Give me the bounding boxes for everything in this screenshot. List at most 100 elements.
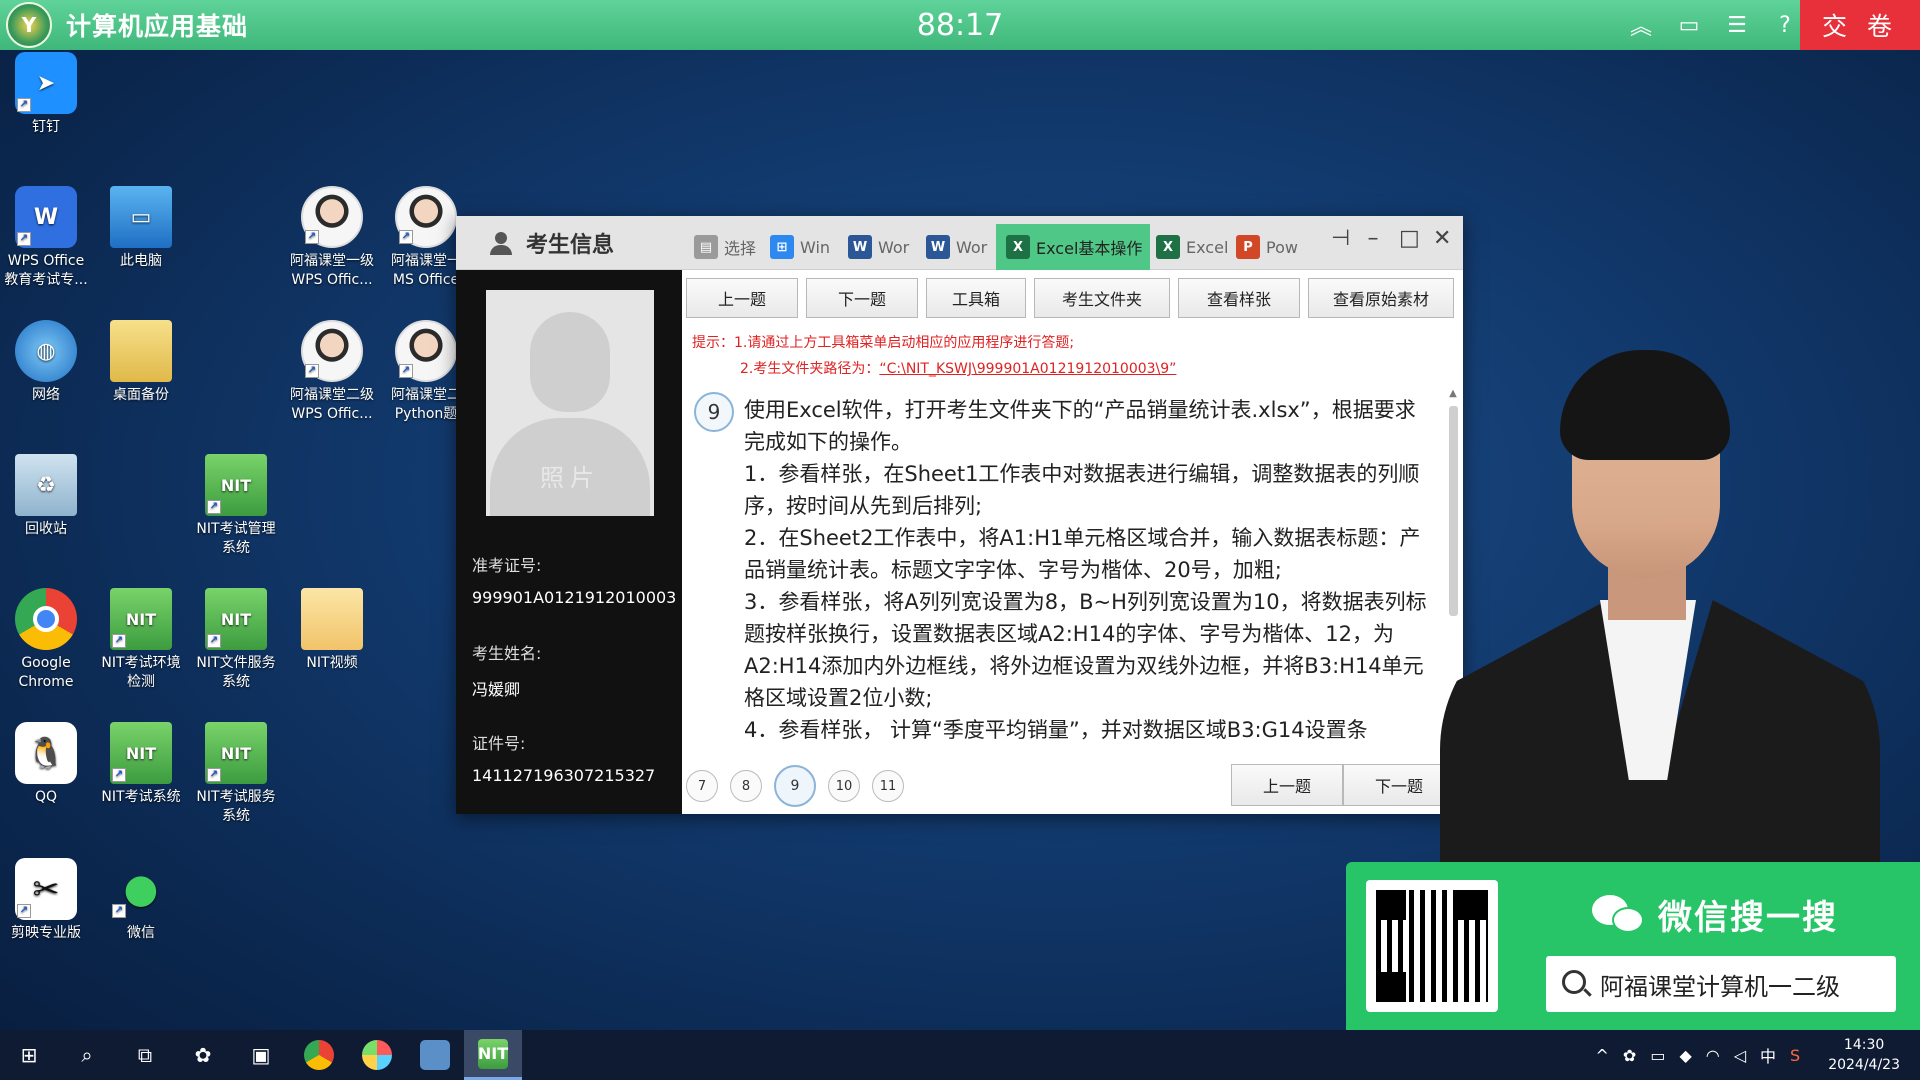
prev-question-button[interactable]: 上一题 bbox=[686, 278, 798, 318]
monitor-app-icon[interactable]: ▣ bbox=[232, 1030, 290, 1080]
desktop-icon-nit-manage[interactable]: NIT ↗ NIT考试管理 系统 bbox=[190, 454, 282, 558]
close-icon[interactable]: ✕ bbox=[1433, 226, 1451, 251]
desktop-icon-qq[interactable]: 🐧 QQ bbox=[0, 722, 92, 807]
page-10-button[interactable]: 10 bbox=[828, 770, 860, 802]
page-9-button[interactable]: 9 bbox=[774, 765, 816, 807]
explorer-window-icon[interactable] bbox=[406, 1030, 464, 1080]
exam-logo-icon: Y bbox=[6, 2, 52, 48]
question-paragraph: 1．参看样张，在Sheet1工作表中对数据表进行编辑，调整数据表的列顺序，按时间… bbox=[744, 462, 1420, 518]
window-title-bar[interactable]: 考生信息 ▤ 选择 ⊞ Win W Wor W Wor X Excel基本操作 bbox=[456, 216, 1463, 270]
tab-bar: ▤ 选择 ⊞ Win W Wor W Wor X Excel基本操作 X Exc… bbox=[688, 224, 1308, 270]
maximize-icon[interactable]: □ bbox=[1399, 226, 1420, 251]
task-view-icon[interactable]: ⧉ bbox=[116, 1030, 174, 1080]
desktop-icon-wps[interactable]: W ↗ WPS Office 教育考试专... bbox=[0, 186, 92, 290]
desktop-icon-label: NIT考试系统 bbox=[101, 789, 181, 805]
desktop-icon-label: NIT考试服务 系统 bbox=[196, 789, 276, 824]
avatar-icon: ↗ bbox=[395, 320, 457, 382]
desktop-icon-recycle-bin[interactable]: ♻ 回收站 bbox=[0, 454, 92, 539]
minimize-icon[interactable]: – bbox=[1365, 226, 1381, 251]
tab-choice[interactable]: ▤ 选择 bbox=[688, 224, 764, 270]
candidate-name-label: 考生姓名: bbox=[472, 644, 542, 663]
desktop-icon-capcut[interactable]: ✂ ↗ 剪映专业版 bbox=[0, 858, 92, 943]
question-number-badge: 9 bbox=[694, 392, 734, 432]
folder-icon bbox=[301, 588, 363, 650]
candidate-folder-button[interactable]: 考生文件夹 bbox=[1034, 278, 1170, 318]
tab-powerpoint[interactable]: P Pow bbox=[1230, 224, 1308, 270]
candidate-panel: 照片 准考证号: 999901A0121912010003 考生姓名: 冯媛卿 … bbox=[456, 270, 682, 814]
volume-icon[interactable]: ◁ bbox=[1734, 1046, 1746, 1065]
qq-icon: 🐧 bbox=[15, 722, 77, 784]
next-question-button[interactable]: 下一题 bbox=[806, 278, 918, 318]
desktop-icon-nit-exam-service[interactable]: NIT ↗ NIT考试服务 系统 bbox=[190, 722, 282, 826]
desktop-icon-afu-wps-2[interactable]: ↗ 阿福课堂二级 WPS Offic... bbox=[286, 320, 378, 424]
wechat-search-box: 阿福课堂计算机一二级 bbox=[1546, 956, 1896, 1012]
desktop-icon-wechat[interactable]: ● ↗ 微信 bbox=[95, 858, 187, 943]
desktop-icon-afu-wps-1[interactable]: ↗ 阿福课堂一级 WPS Offic... bbox=[286, 186, 378, 290]
ime-s-icon[interactable]: S bbox=[1790, 1046, 1800, 1065]
tab-excel-2[interactable]: X Excel bbox=[1150, 224, 1230, 270]
desktop-icon-dingtalk[interactable]: ➤ ↗ 钉钉 bbox=[0, 52, 92, 137]
tab-windows[interactable]: ⊞ Win bbox=[764, 224, 842, 270]
question-area: 上一题 下一题 工具箱 考生文件夹 查看样张 查看原始素材 提示：1.请通过上方… bbox=[682, 270, 1463, 814]
tab-word-2[interactable]: W Wor bbox=[920, 224, 996, 270]
browser-icon[interactable] bbox=[348, 1030, 406, 1080]
taskbar: ⊞ ⌕ ⧉ ✿ ▣ NIT ^ ✿ ▭ ◆ ◠ ◁ 中 S 14:30 2024… bbox=[0, 1030, 1920, 1080]
pinwheel-icon[interactable]: ✿ bbox=[174, 1030, 232, 1080]
pin-icon[interactable]: ⊣ bbox=[1331, 226, 1350, 251]
question-paragraph: 4．参看样张， 计算“季度平均销量”，并对数据区域B3:G14设置条 bbox=[744, 718, 1368, 742]
page-11-button[interactable]: 11 bbox=[872, 770, 904, 802]
desktop-icon-chrome[interactable]: Google Chrome bbox=[0, 588, 92, 692]
desktop-icon-label: 剪映专业版 bbox=[11, 925, 81, 941]
page-8-button[interactable]: 8 bbox=[730, 770, 762, 802]
desktop-icon-network[interactable]: ◍ 网络 bbox=[0, 320, 92, 405]
help-icon[interactable]: ? bbox=[1772, 12, 1798, 38]
tray-expand-icon[interactable]: ^ bbox=[1596, 1046, 1609, 1065]
ticket-number-value: 999901A0121912010003 bbox=[472, 588, 677, 607]
tab-word-1[interactable]: W Wor bbox=[842, 224, 920, 270]
toolbox-button[interactable]: 工具箱 bbox=[926, 278, 1026, 318]
start-icon[interactable]: ⊞ bbox=[0, 1030, 58, 1080]
desktop-icon-label: 桌面备份 bbox=[113, 387, 169, 403]
desktop-icon-nit-exam[interactable]: NIT ↗ NIT考试系统 bbox=[95, 722, 187, 807]
presenter-video-overlay bbox=[1400, 350, 1920, 900]
desktop-icon-label: WPS Office 教育考试专... bbox=[4, 253, 88, 288]
view-original-button[interactable]: 查看原始素材 bbox=[1308, 278, 1454, 318]
desktop-icon-label: 回收站 bbox=[25, 521, 67, 537]
tray-alert-icon[interactable]: ◆ bbox=[1679, 1046, 1691, 1065]
submit-exam-button[interactable]: 交 卷 bbox=[1800, 0, 1920, 50]
question-pager: 7 8 9 10 11 bbox=[686, 765, 904, 807]
id-number-label: 证件号: bbox=[472, 734, 526, 753]
page-7-button[interactable]: 7 bbox=[686, 770, 718, 802]
word-icon: W bbox=[926, 235, 950, 259]
search-icon[interactable]: ⌕ bbox=[58, 1030, 116, 1080]
doc-icon: ▤ bbox=[694, 235, 718, 259]
bottom-prev-button[interactable]: 上一题 bbox=[1231, 764, 1343, 806]
nit-icon[interactable]: NIT bbox=[464, 1030, 522, 1080]
folder-path-link[interactable]: “C:\NIT_KSWJ\999901A0121912010003\9” bbox=[879, 361, 1176, 377]
chrome-icon[interactable] bbox=[290, 1030, 348, 1080]
window-icon[interactable]: ▭ bbox=[1676, 12, 1702, 38]
tab-excel-basic[interactable]: X Excel基本操作 bbox=[996, 224, 1150, 270]
question-scroll-area[interactable]: 9 使用Excel软件，打开考生文件夹下的“产品销量统计表.xlsx”，根据要求… bbox=[682, 388, 1463, 760]
desktop-icon-nit-video[interactable]: NIT视频 bbox=[286, 588, 378, 673]
desktop-icon-nit-env-check[interactable]: NIT ↗ NIT考试环境 检测 bbox=[95, 588, 187, 692]
system-clock[interactable]: 14:30 2024/4/23 bbox=[1828, 1035, 1900, 1075]
tray-app-icon[interactable]: ✿ bbox=[1623, 1046, 1636, 1065]
nit-icon: NIT ↗ bbox=[205, 722, 267, 784]
desktop-icon-nit-file-service[interactable]: NIT ↗ NIT文件服务 系统 bbox=[190, 588, 282, 692]
list-icon[interactable]: ☰ bbox=[1724, 12, 1750, 38]
input-method-indicator[interactable]: 中 bbox=[1760, 1043, 1776, 1067]
collapse-up-icon[interactable]: ︽ bbox=[1628, 12, 1654, 40]
avatar-icon: ↗ bbox=[395, 186, 457, 248]
exam-title: 计算机应用基础 bbox=[66, 12, 249, 41]
battery-icon[interactable]: ▭ bbox=[1650, 1046, 1665, 1065]
wechat-icon: ● ↗ bbox=[110, 858, 172, 920]
desktop-icon-desktop-backup[interactable]: 桌面备份 bbox=[95, 320, 187, 405]
desktop-icon-label: NIT文件服务 系统 bbox=[196, 655, 276, 690]
desktop-icon-this-pc[interactable]: ▭ 此电脑 bbox=[95, 186, 187, 271]
windows-icon: ⊞ bbox=[770, 235, 794, 259]
desktop-icon-label: 网络 bbox=[32, 387, 60, 403]
view-sample-button[interactable]: 查看样张 bbox=[1178, 278, 1300, 318]
wifi-icon[interactable]: ◠ bbox=[1706, 1046, 1720, 1065]
qr-code bbox=[1366, 880, 1498, 1012]
